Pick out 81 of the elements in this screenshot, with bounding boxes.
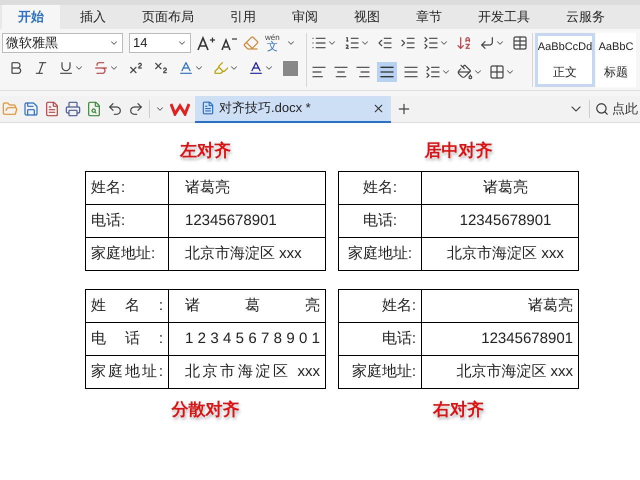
- bullet-list-icon[interactable]: [311, 35, 327, 51]
- printer-icon[interactable]: [65, 101, 81, 117]
- menu-tab[interactable]: 开始: [2, 5, 60, 29]
- paragraph-mark-icon[interactable]: [479, 35, 495, 51]
- table-cell: 1 2 3 4 5 6 7 8 9 0 1: [168, 322, 326, 356]
- new-tab-icon[interactable]: [396, 101, 412, 117]
- distribute-icon[interactable]: [403, 64, 419, 80]
- menu-tab[interactable]: 视图: [338, 5, 396, 29]
- table-cell: 姓名:: [86, 172, 168, 204]
- font-color-icon[interactable]: [248, 60, 264, 76]
- close-icon[interactable]: [372, 102, 385, 114]
- table-icon[interactable]: [512, 35, 528, 51]
- align-right-icon[interactable]: [355, 64, 371, 80]
- example-title: 居中对齐: [424, 142, 492, 160]
- table-cell: 电话:: [338, 322, 422, 356]
- example-title: 右对齐: [433, 402, 484, 418]
- borders-icon[interactable]: [489, 64, 505, 80]
- paint-bucket-icon[interactable]: [457, 64, 473, 80]
- search-field[interactable]: 点此: [595, 99, 640, 119]
- italic-icon[interactable]: [33, 60, 49, 76]
- spacing-icon[interactable]: [423, 35, 439, 51]
- table-cell: 北京市海淀区 xxx: [422, 356, 578, 388]
- save-icon[interactable]: [23, 101, 39, 117]
- search-icon: [595, 102, 609, 116]
- sort-icon[interactable]: [456, 35, 472, 51]
- align-left-icon[interactable]: [311, 64, 327, 80]
- redo-icon[interactable]: [128, 101, 144, 117]
- table-cell: 电话:: [338, 204, 422, 238]
- menu-tab[interactable]: 审阅: [276, 5, 334, 29]
- style-preset[interactable]: AaBbCcDd 正文: [535, 33, 595, 87]
- undo-icon[interactable]: [107, 101, 123, 117]
- indent-icon[interactable]: [400, 35, 416, 51]
- preview-icon[interactable]: [86, 101, 102, 117]
- menu-tab[interactable]: 页面布局: [126, 5, 210, 29]
- menu-tab[interactable]: 云服务: [550, 5, 621, 29]
- table-cell: 姓名:: [338, 290, 422, 322]
- table-cell: 北京市海淀区 xxx: [422, 238, 578, 270]
- outdent-icon[interactable]: [377, 35, 393, 51]
- example-title: 左对齐: [180, 142, 231, 160]
- table-cell: 家庭地址:: [86, 356, 168, 388]
- style-preset[interactable]: AaBbC 标题: [596, 33, 636, 87]
- font-size-field[interactable]: 14: [129, 33, 191, 53]
- table-cell: 诸 葛 亮: [168, 290, 326, 322]
- table-cell: 12345678901: [168, 204, 326, 238]
- menu-tab[interactable]: 引用: [214, 5, 272, 29]
- superscript-icon[interactable]: [128, 60, 144, 76]
- table-cell: 12345678901: [422, 322, 578, 356]
- table-cell: 姓名:: [338, 172, 422, 204]
- text-effect-icon[interactable]: [178, 60, 194, 76]
- table-cell: 姓 名 :: [86, 290, 168, 322]
- document-tab[interactable]: 对齐技巧.docx *: [195, 96, 391, 122]
- grow-font-icon[interactable]: [197, 35, 215, 51]
- table-cell: 诸葛亮: [422, 290, 578, 322]
- line-spacing-icon[interactable]: [425, 64, 441, 80]
- table-cell: 家庭地址:: [338, 238, 422, 270]
- strikethrough-icon[interactable]: [93, 60, 109, 76]
- table-cell: 诸葛亮: [422, 172, 578, 204]
- table-cell: 电话:: [86, 204, 168, 238]
- numbered-list-icon[interactable]: [344, 35, 360, 51]
- table-cell: 北京市海淀区 xxx: [168, 238, 326, 270]
- document-icon: [201, 101, 215, 115]
- align-center-icon[interactable]: [333, 64, 349, 80]
- character-shading-icon[interactable]: [283, 60, 298, 76]
- table-cell: 12345678901: [422, 204, 578, 238]
- table-cell: 北京市海淀区 xxx: [168, 356, 326, 388]
- table-cell: 家庭地址:: [86, 238, 168, 270]
- example-title: 分散对齐: [172, 402, 240, 418]
- font-name-field[interactable]: 微软雅黑: [2, 33, 123, 53]
- menu-tab[interactable]: 插入: [64, 5, 122, 29]
- table-cell: 诸葛亮: [168, 172, 326, 204]
- eraser-icon[interactable]: [243, 35, 259, 51]
- menu-tab[interactable]: 开发工具: [462, 5, 546, 29]
- justify-button[interactable]: [377, 62, 397, 82]
- menu-tab[interactable]: 章节: [400, 5, 458, 29]
- subscript-icon[interactable]: [153, 60, 169, 76]
- phonetic-guide-button[interactable]: wén 文: [265, 34, 280, 52]
- table-cell: 电 话 :: [86, 322, 168, 356]
- underline-icon[interactable]: [58, 60, 74, 76]
- logo-icon[interactable]: [170, 102, 190, 116]
- table-cell: 家庭地址:: [338, 356, 422, 388]
- document-icon[interactable]: [44, 101, 60, 117]
